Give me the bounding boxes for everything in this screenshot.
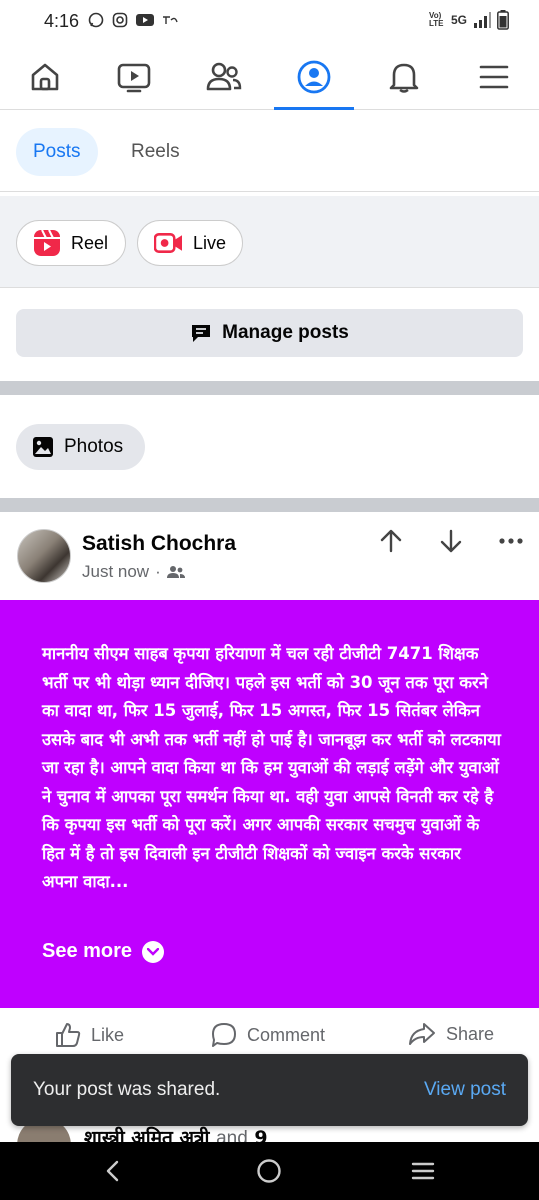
post-text: माननीय सीएम साहब कृपया हरियाणा में चल रह… bbox=[42, 644, 501, 891]
see-more-button[interactable]: See more bbox=[42, 940, 165, 963]
top-nav bbox=[0, 44, 539, 110]
home-icon bbox=[31, 63, 59, 91]
video-icon bbox=[117, 63, 151, 93]
post-time[interactable]: Just now bbox=[82, 562, 149, 582]
manage-posts-icon bbox=[192, 325, 211, 342]
move-down-button[interactable] bbox=[436, 526, 466, 556]
post-body: माननीय सीएम साहब कृपया हरियाणा में चल रह… bbox=[0, 600, 539, 1008]
manage-posts-label: Manage posts bbox=[222, 322, 349, 343]
share-label: Share bbox=[446, 1023, 495, 1044]
meta-separator: · bbox=[155, 562, 161, 581]
post-author[interactable]: Satish Chochra bbox=[82, 532, 236, 556]
tab-reels[interactable]: Reels bbox=[114, 128, 197, 176]
comment-label: Comment bbox=[247, 1024, 326, 1045]
system-home-button[interactable] bbox=[254, 1156, 284, 1186]
friends-audience-icon[interactable] bbox=[166, 565, 185, 579]
section-divider bbox=[0, 498, 539, 512]
notification-app-icon bbox=[163, 16, 178, 24]
friends-icon bbox=[206, 62, 242, 91]
arrow-down-icon bbox=[440, 529, 462, 553]
profile-tabs: Posts Reels bbox=[0, 112, 539, 192]
snackbar: Your post was shared. View post bbox=[11, 1054, 528, 1126]
create-reel-button[interactable]: Reel bbox=[16, 220, 126, 266]
more-options-button[interactable] bbox=[496, 526, 526, 556]
comment-button[interactable]: Comment bbox=[211, 1022, 325, 1048]
instagram-icon bbox=[112, 12, 128, 28]
nav-menu[interactable] bbox=[464, 44, 524, 110]
nav-home[interactable] bbox=[15, 44, 75, 110]
author-avatar[interactable] bbox=[17, 529, 71, 583]
status-time: 4:16 bbox=[44, 11, 80, 31]
manage-posts-button[interactable]: Manage posts bbox=[16, 309, 523, 357]
profile-icon bbox=[297, 60, 331, 94]
nav-profile[interactable] bbox=[284, 44, 344, 110]
like-button[interactable]: Like bbox=[55, 1022, 124, 1048]
nav-video[interactable] bbox=[104, 44, 164, 110]
nav-notifications[interactable] bbox=[374, 44, 434, 110]
photos-label: Photos bbox=[64, 436, 124, 457]
system-recents-button[interactable] bbox=[408, 1156, 438, 1186]
youtube-icon bbox=[136, 14, 154, 26]
section-divider bbox=[0, 381, 539, 395]
photos-icon bbox=[33, 437, 53, 457]
volte-label: Vo) LTE bbox=[428, 11, 444, 28]
recents-icon bbox=[411, 1162, 435, 1180]
arrow-up-icon bbox=[380, 529, 402, 553]
whatsapp-icon bbox=[88, 12, 104, 28]
share-button[interactable]: Share bbox=[408, 1022, 494, 1046]
status-right: Vo) LTE 5G bbox=[429, 10, 509, 30]
reel-label: Reel bbox=[71, 232, 109, 253]
live-label: Live bbox=[192, 232, 226, 253]
snackbar-message: Your post was shared. bbox=[33, 1079, 221, 1100]
system-back-button[interactable] bbox=[98, 1156, 128, 1186]
view-post-button[interactable]: View post bbox=[424, 1079, 506, 1101]
nav-friends[interactable] bbox=[194, 44, 254, 110]
battery-icon bbox=[497, 10, 509, 30]
menu-icon bbox=[479, 65, 509, 89]
create-row: Reel Live bbox=[0, 196, 539, 288]
network-label: 5G bbox=[450, 13, 467, 27]
move-up-button[interactable] bbox=[376, 526, 406, 556]
create-live-button[interactable]: Live bbox=[137, 220, 243, 266]
home-circle-icon bbox=[257, 1159, 281, 1183]
chevron-down-icon bbox=[142, 940, 165, 963]
signal-icon bbox=[474, 12, 491, 28]
system-nav-bar bbox=[0, 1142, 539, 1200]
like-label: Like bbox=[91, 1024, 125, 1045]
back-icon bbox=[106, 1160, 119, 1182]
reel-icon bbox=[34, 229, 60, 256]
post-meta: Just now · bbox=[82, 562, 185, 582]
comment-icon bbox=[212, 1023, 236, 1047]
status-bar: 4:16 Vo) LTE 5G bbox=[0, 0, 539, 44]
status-left-icons bbox=[88, 12, 178, 28]
share-icon bbox=[409, 1023, 435, 1045]
like-icon bbox=[56, 1023, 81, 1047]
live-icon bbox=[154, 233, 183, 253]
photos-button[interactable]: Photos bbox=[16, 424, 145, 470]
notifications-icon bbox=[389, 63, 419, 93]
post-header: Satish Chochra Just now · bbox=[0, 512, 539, 600]
see-more-label: See more bbox=[42, 940, 133, 962]
more-dots-icon bbox=[499, 538, 523, 544]
tab-posts[interactable]: Posts bbox=[16, 128, 98, 176]
nav-active-indicator bbox=[274, 107, 354, 110]
